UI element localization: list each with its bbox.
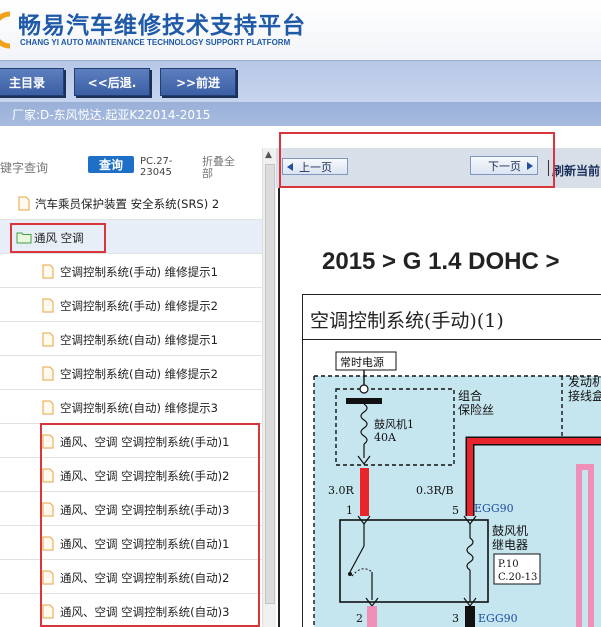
- relay-label-1: 鼓风机: [492, 524, 528, 538]
- collapse-all-link[interactable]: 折叠全部: [202, 156, 242, 180]
- pin-1-label: 1: [346, 504, 353, 517]
- wire-pink-inner: [582, 470, 588, 627]
- scroll-thumb[interactable]: [265, 164, 275, 604]
- document-icon: [42, 366, 54, 381]
- highlight-box-pager: [279, 132, 555, 188]
- logo-icon: [0, 11, 11, 49]
- fuse-bar: [346, 398, 382, 404]
- tree-item[interactable]: 空调控制系统(自动) 维修提示1: [0, 322, 262, 356]
- fuse-rating: 40A: [374, 431, 397, 444]
- tree-scrollbar[interactable]: ▲: [262, 148, 276, 627]
- vendor-bar: 厂家:D-东风悦达.起亚K22014-2015: [0, 102, 601, 126]
- vendor-breadcrumb: 厂家:D-东风悦达.起亚K22014-2015: [12, 108, 211, 122]
- wiring-diagram: 常时电源 鼓风机1 40A 组合 保险丝 发动机 接线盒 3.0R 1 0.3R…: [313, 351, 601, 627]
- nav-bar: 主目录 <<后退. >>前进: [0, 60, 601, 102]
- fuse-name: 鼓风机1: [374, 417, 414, 431]
- highlight-box-items: [40, 423, 260, 627]
- scroll-up-arrow-icon[interactable]: ▲: [265, 150, 272, 160]
- highlight-box-folder: [10, 223, 106, 253]
- fuse-box-label-2: 保险丝: [458, 402, 494, 417]
- brand-subtitle: CHANG YI AUTO MAINTENANCE TECHNOLOGY SUP…: [20, 38, 291, 47]
- tree-item-label: 空调控制系统(自动) 维修提示3: [60, 401, 218, 415]
- forward-button[interactable]: >>前进: [160, 68, 236, 96]
- document-icon: [18, 196, 30, 211]
- wire-red-left: [360, 468, 369, 516]
- wire-left-label: 3.0R: [328, 484, 354, 497]
- tree-item-label: 空调控制系统(手动) 维修提示2: [60, 299, 218, 313]
- document-icon: [42, 298, 54, 313]
- tree-item[interactable]: 空调控制系统(自动) 维修提示3: [0, 390, 262, 424]
- relay-contact-dot: [348, 572, 352, 576]
- document-icon: [42, 400, 54, 415]
- document-heading: 2015 > G 1.4 DOHC >: [322, 248, 560, 275]
- tree-item-label: 空调控制系统(自动) 维修提示1: [60, 333, 218, 347]
- tree-item[interactable]: 空调控制系统(手动) 维修提示2: [0, 288, 262, 322]
- tree-item[interactable]: 空调控制系统(自动) 维修提示2: [0, 356, 262, 390]
- tree-item-label: 汽车乘员保护装置 安全系统(SRS) 2: [35, 197, 220, 211]
- app-header: 畅易汽车维修技术支持平台 CHANG YI AUTO MAINTENANCE T…: [0, 0, 601, 60]
- ground-bottom-label: EGG90: [478, 612, 518, 625]
- wire-pink-bottom: [367, 606, 377, 627]
- engine-box-label-1: 发动机: [568, 374, 601, 389]
- tree-item[interactable]: 汽车乘员保护装置 安全系统(SRS) 2: [0, 186, 262, 220]
- query-button[interactable]: 查询: [88, 156, 134, 173]
- back-button[interactable]: <<后退.: [74, 68, 150, 96]
- constant-power-label: 常时电源: [340, 355, 384, 369]
- wire-black-bottom: [465, 606, 475, 627]
- refresh-current-link[interactable]: 刷新当前: [552, 162, 600, 179]
- keyword-search-label: 键字查询: [0, 161, 49, 175]
- fuse-box-label-1: 组合: [458, 388, 482, 403]
- main-menu-button[interactable]: 主目录: [0, 68, 64, 96]
- pc-code: PC.27-23045: [140, 156, 173, 178]
- brand-title: 畅易汽车维修技术支持平台: [18, 13, 306, 39]
- pin-5-label: 5: [452, 504, 459, 517]
- tree-item[interactable]: 空调控制系统(手动) 维修提示1: [0, 254, 262, 288]
- ground-top-label: EGG90: [474, 502, 514, 515]
- fuse-terminal: [359, 384, 369, 394]
- tree-item-label: 空调控制系统(手动) 维修提示1: [60, 265, 218, 279]
- document-subheading: 空调控制系统(手动)(1): [310, 310, 504, 332]
- wire-right-label: 0.3R/B: [416, 484, 454, 497]
- search-row: 键字查询 查询 PC.27-23045 折叠全部: [0, 150, 262, 186]
- engine-box-label-2: 接线盒: [568, 388, 601, 403]
- page-ref-2: C.20-13: [498, 572, 537, 583]
- document-icon: [42, 264, 54, 279]
- relay-label-2: 继电器: [492, 538, 528, 552]
- tree-item-label: 空调控制系统(自动) 维修提示2: [60, 367, 218, 381]
- pin-3-label: 3: [452, 612, 459, 625]
- page-ref-1: P.10: [498, 559, 519, 570]
- pin-2-label: 2: [356, 612, 363, 625]
- document-icon: [42, 332, 54, 347]
